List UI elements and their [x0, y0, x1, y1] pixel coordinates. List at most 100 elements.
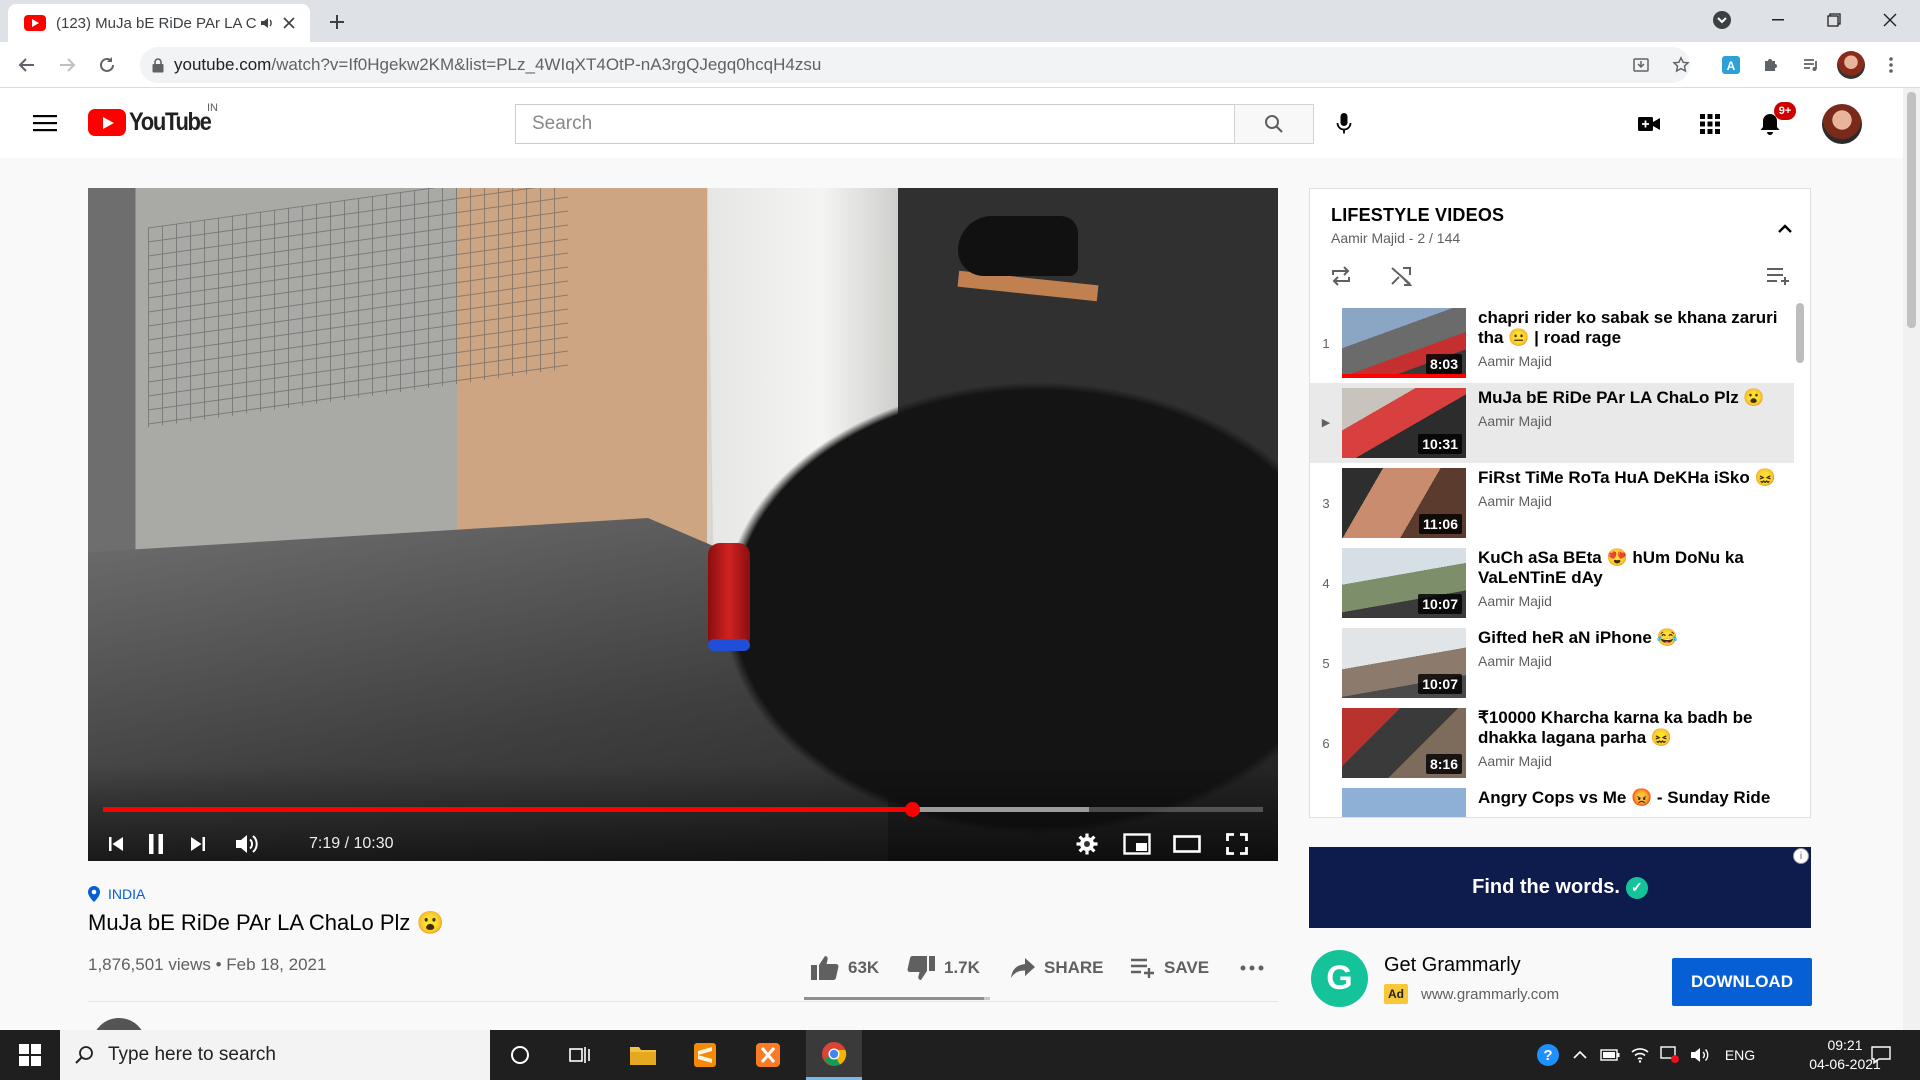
- back-button[interactable]: [10, 48, 44, 82]
- create-video-button[interactable]: [1631, 106, 1667, 142]
- address-bar[interactable]: youtube.com/watch?v=If0Hgekw2KM&list=PLz…: [140, 47, 1690, 83]
- start-button[interactable]: [0, 1030, 60, 1080]
- extensions-puzzle-icon[interactable]: [1754, 48, 1788, 82]
- tab-close-icon[interactable]: [278, 17, 300, 29]
- tab-search-button[interactable]: [1694, 0, 1750, 40]
- close-window-button[interactable]: [1862, 0, 1918, 40]
- playlist-item-channel[interactable]: Aamir Majid: [1478, 353, 1778, 369]
- ad-download-button[interactable]: DOWNLOAD: [1672, 958, 1812, 1006]
- playlist-item[interactable]: Angry Cops vs Me 😡 - Sunday Ride: [1310, 783, 1794, 817]
- notification-center-icon[interactable]: [1866, 1043, 1896, 1067]
- miniplayer-button[interactable]: [1119, 826, 1155, 861]
- playlist-item-thumbnail[interactable]: 10:07: [1342, 628, 1466, 698]
- search-input[interactable]: [515, 104, 1235, 144]
- playlist-item-thumbnail[interactable]: [1342, 788, 1466, 817]
- browser-tab[interactable]: (123) MuJa bE RiDe PAr LA C: [8, 4, 310, 42]
- ad-info-icon[interactable]: i: [1793, 848, 1809, 864]
- progress-bar[interactable]: [103, 802, 1263, 817]
- pause-button[interactable]: [138, 826, 174, 861]
- playlist-item[interactable]: 5 10:07 Gifted heR aN iPhone 😂 Aamir Majid: [1310, 623, 1794, 703]
- cortana-button[interactable]: [495, 1030, 545, 1080]
- playlist-item[interactable]: ▶ 10:31 MuJa bE RiDe PAr LA ChaLo Plz 😮 Aam…: [1310, 383, 1794, 463]
- new-tab-button[interactable]: [322, 8, 352, 36]
- playlist-item[interactable]: 1 8:03 chapri rider ko sabak se khana zaru…: [1310, 303, 1794, 383]
- volume-button[interactable]: [229, 826, 265, 861]
- playlist-item-thumbnail[interactable]: 8:03: [1342, 308, 1466, 378]
- playlist-item-channel[interactable]: Aamir Majid: [1478, 753, 1778, 769]
- wifi-tray-icon[interactable]: [1628, 1043, 1652, 1067]
- taskbar-search-box[interactable]: Type here to search: [60, 1030, 490, 1080]
- share-button[interactable]: SHARE: [1010, 953, 1104, 983]
- chrome-taskbar-button[interactable]: [806, 1030, 862, 1080]
- apps-grid-button[interactable]: [1692, 106, 1728, 142]
- reload-button[interactable]: [90, 48, 124, 82]
- progress-scrubber[interactable]: [904, 802, 920, 817]
- battery-tray-icon[interactable]: [1598, 1043, 1622, 1067]
- page-scrollbar[interactable]: [1903, 88, 1920, 1030]
- playlist-item-channel[interactable]: Aamir Majid: [1478, 493, 1778, 509]
- video-player[interactable]: 7:19 / 10:30: [88, 188, 1278, 861]
- playlist-item-title[interactable]: MuJa bE RiDe PAr LA ChaLo Plz 😮: [1478, 388, 1778, 408]
- playlist-item[interactable]: 6 8:16 ₹10000 Kharcha karna ka badh be dha…: [1310, 703, 1794, 783]
- media-queue-icon[interactable]: [1794, 48, 1828, 82]
- playlist-item-title[interactable]: chapri rider ko sabak se khana zaruri th…: [1478, 308, 1778, 348]
- ad-banner[interactable]: Find the words. ✓: [1309, 847, 1811, 928]
- minimize-button[interactable]: [1750, 0, 1806, 40]
- youtube-logo[interactable]: YouTube IN: [88, 102, 222, 137]
- playlist-item-thumbnail[interactable]: 8:16: [1342, 708, 1466, 778]
- chevron-up-tray-icon[interactable]: [1568, 1043, 1592, 1067]
- dislike-button[interactable]: 1.7K: [906, 953, 980, 983]
- browser-menu-icon[interactable]: [1874, 48, 1908, 82]
- loop-playlist-button[interactable]: [1324, 259, 1358, 293]
- ad-url[interactable]: www.grammarly.com: [1421, 986, 1559, 1003]
- language-indicator[interactable]: ENG: [1720, 1043, 1760, 1067]
- playlist-collapse-button[interactable]: [1771, 215, 1799, 243]
- playlist-item-title[interactable]: Angry Cops vs Me 😡 - Sunday Ride: [1478, 788, 1778, 808]
- playlist-item-thumbnail[interactable]: 10:31: [1342, 388, 1466, 458]
- extension-translate-icon[interactable]: A: [1714, 48, 1748, 82]
- previous-button[interactable]: [98, 826, 134, 861]
- playlist-item-channel[interactable]: Aamir Majid: [1478, 653, 1778, 669]
- voice-search-button[interactable]: [1326, 106, 1362, 142]
- save-button[interactable]: SAVE: [1130, 953, 1209, 983]
- grammarly-logo[interactable]: G: [1311, 950, 1368, 1007]
- search-button[interactable]: [1234, 104, 1314, 144]
- ad-title[interactable]: Get Grammarly: [1384, 954, 1521, 977]
- help-tray-icon[interactable]: ?: [1533, 1043, 1563, 1067]
- sublime-text-button[interactable]: [680, 1030, 730, 1080]
- xampp-button[interactable]: [743, 1030, 793, 1080]
- next-button[interactable]: [180, 826, 216, 861]
- tab-audio-icon[interactable]: [256, 15, 278, 31]
- settings-button[interactable]: [1069, 826, 1105, 861]
- lock-icon[interactable]: [152, 57, 164, 73]
- more-actions-button[interactable]: [1240, 953, 1264, 983]
- bookmark-star-icon[interactable]: [1664, 48, 1698, 82]
- playlist-item-thumbnail[interactable]: 11:06: [1342, 468, 1466, 538]
- forward-button[interactable]: [50, 48, 84, 82]
- install-app-icon[interactable]: [1624, 48, 1658, 82]
- playlist-item-thumbnail[interactable]: 10:07: [1342, 548, 1466, 618]
- volume-tray-icon[interactable]: [1688, 1043, 1712, 1067]
- playlist-scrollbar[interactable]: [1796, 303, 1804, 363]
- guide-menu-button[interactable]: [28, 106, 62, 140]
- restore-button[interactable]: [1806, 0, 1862, 40]
- file-explorer-button[interactable]: [618, 1030, 668, 1080]
- playlist-item-title[interactable]: ₹10000 Kharcha karna ka badh be dhakka l…: [1478, 708, 1778, 748]
- playlist-item[interactable]: 4 10:07 KuCh aSa BEta 😍 hUm DoNu ka VaLeNT…: [1310, 543, 1794, 623]
- theater-mode-button[interactable]: [1169, 826, 1205, 861]
- playlist-item-channel[interactable]: Aamir Majid: [1478, 593, 1778, 609]
- playlist-item[interactable]: 3 11:06 FiRst TiMe RoTa HuA DeKHa iSko 😖 Aa…: [1310, 463, 1794, 543]
- playlist-item-title[interactable]: FiRst TiMe RoTa HuA DeKHa iSko 😖: [1478, 468, 1778, 488]
- playlist-item-channel[interactable]: Aamir Majid: [1478, 413, 1778, 429]
- page-scrollbar-thumb[interactable]: [1907, 92, 1916, 328]
- fullscreen-button[interactable]: [1219, 826, 1255, 861]
- playlist-item-title[interactable]: KuCh aSa BEta 😍 hUm DoNu ka VaLeNTinE dA…: [1478, 548, 1778, 588]
- playlist-title[interactable]: LIFESTYLE VIDEOS: [1331, 205, 1504, 226]
- profile-avatar-icon[interactable]: [1834, 48, 1868, 82]
- network-tray-icon[interactable]: [1658, 1043, 1682, 1067]
- account-avatar[interactable]: [1822, 104, 1862, 144]
- task-view-button[interactable]: [555, 1030, 605, 1080]
- playlist-menu-button[interactable]: [1762, 259, 1796, 293]
- like-button[interactable]: 63K: [810, 953, 879, 983]
- shuffle-playlist-button[interactable]: [1385, 259, 1419, 293]
